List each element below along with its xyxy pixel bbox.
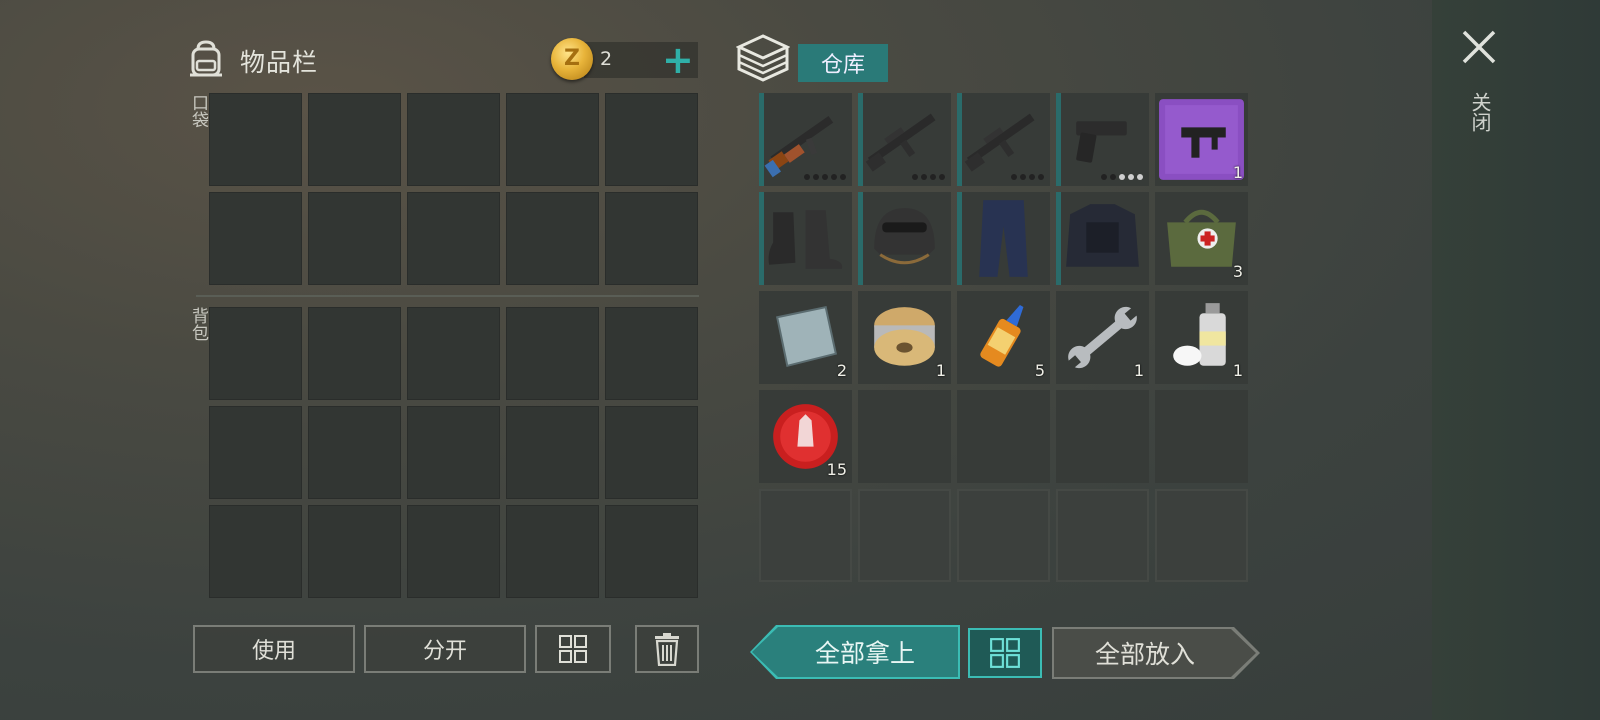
inventory-slot[interactable]: [308, 93, 401, 186]
inventory-slot[interactable]: [407, 505, 500, 598]
inventory-slot[interactable]: [209, 307, 302, 400]
ak-rifle-icon: [764, 115, 834, 178]
sort-inventory-button[interactable]: [535, 625, 611, 673]
storage-slot[interactable]: 1: [1155, 291, 1248, 384]
inventory-slot[interactable]: [605, 505, 698, 598]
trash-icon: [655, 633, 679, 666]
add-currency-button[interactable]: +: [662, 40, 694, 80]
helmet-icon: [874, 208, 935, 265]
grid-sort-icon: [990, 638, 1020, 668]
storage-slot[interactable]: [759, 192, 852, 285]
storage-slot[interactable]: 15: [759, 390, 852, 483]
inventory-title: 物品栏: [240, 48, 319, 77]
coin-icon: [551, 38, 593, 80]
storage-slot[interactable]: [759, 93, 852, 186]
storage-slot[interactable]: [957, 93, 1050, 186]
split-button[interactable]: 分开: [364, 625, 526, 673]
storage-slot[interactable]: [1056, 192, 1149, 285]
inventory-slot[interactable]: [209, 406, 302, 499]
item-count: 15: [826, 460, 847, 479]
storage-slot[interactable]: [957, 192, 1050, 285]
item-count: 1: [935, 361, 946, 380]
storage-slot-empty[interactable]: [858, 390, 951, 483]
inventory-slot[interactable]: [506, 93, 599, 186]
grid-sort-icon: [559, 635, 587, 663]
use-button[interactable]: 使用: [193, 625, 355, 673]
inventory-slot[interactable]: [308, 192, 401, 285]
inventory-slot[interactable]: [308, 307, 401, 400]
inventory-slot[interactable]: [605, 192, 698, 285]
put-all-button[interactable]: 全部放入: [1054, 629, 1256, 677]
durability-dots: [804, 174, 846, 180]
durability-dots: [1101, 174, 1143, 180]
pistol-icon: [1076, 121, 1127, 163]
section-divider: [196, 295, 699, 297]
inventory-slot[interactable]: [407, 192, 500, 285]
storage-slot[interactable]: 1: [1056, 291, 1149, 384]
storage-slot-empty[interactable]: [957, 390, 1050, 483]
inventory-slot[interactable]: [209, 505, 302, 598]
inventory-slot[interactable]: [308, 505, 401, 598]
item-count: 2: [836, 361, 847, 380]
inventory-slot[interactable]: [407, 307, 500, 400]
backpack-icon: [186, 39, 226, 83]
durability-dots: [912, 174, 945, 180]
close-icon[interactable]: [1460, 28, 1498, 70]
inventory-slot[interactable]: [506, 505, 599, 598]
storage-crate-icon: [735, 33, 791, 87]
item-count: 3: [1232, 262, 1243, 281]
item-count: 5: [1034, 361, 1045, 380]
sort-storage-button[interactable]: [968, 628, 1042, 678]
durability-dots: [1011, 174, 1044, 180]
storage-slot[interactable]: [1056, 93, 1149, 186]
inventory-slot[interactable]: [605, 93, 698, 186]
inventory-slot[interactable]: [407, 406, 500, 499]
backpack-grid: [209, 307, 698, 598]
inventory-slot[interactable]: [605, 307, 698, 400]
storage-slot-empty[interactable]: [1155, 390, 1248, 483]
currency-count: 2: [600, 48, 613, 70]
item-count: 1: [1232, 361, 1243, 380]
storage-grid: 1 3 2 1 5 1 1 15: [759, 93, 1248, 582]
storage-slot-empty[interactable]: [759, 489, 852, 582]
boots-icon: [768, 210, 843, 269]
inventory-slot[interactable]: [605, 406, 698, 499]
pocket-label: 口袋: [188, 94, 208, 128]
pocket-grid: [209, 93, 698, 285]
storage-slot[interactable]: 1: [858, 291, 951, 384]
storage-slot-empty[interactable]: [1056, 390, 1149, 483]
inventory-slot[interactable]: [308, 406, 401, 499]
assault-rifle-icon: [865, 113, 936, 172]
take-all-button[interactable]: 全部拿上: [752, 627, 958, 677]
trash-button[interactable]: [635, 625, 699, 673]
tab-storage[interactable]: 仓库: [798, 44, 888, 82]
inventory-slot[interactable]: [506, 307, 599, 400]
storage-slot[interactable]: 1: [1155, 93, 1248, 186]
inventory-slot[interactable]: [506, 406, 599, 499]
storage-slot-empty[interactable]: [1056, 489, 1149, 582]
pants-icon: [979, 200, 1028, 277]
backpack-label: 背包: [188, 307, 208, 341]
storage-slot[interactable]: 5: [957, 291, 1050, 384]
right-panel-background: [1432, 0, 1600, 720]
item-count: 1: [1133, 361, 1144, 380]
inventory-slot[interactable]: [407, 93, 500, 186]
storage-slot-empty[interactable]: [858, 489, 951, 582]
storage-slot[interactable]: [858, 93, 951, 186]
inventory-slot[interactable]: [209, 93, 302, 186]
storage-slot[interactable]: 3: [1155, 192, 1248, 285]
tactical-vest-icon: [1066, 204, 1139, 267]
inventory-slot[interactable]: [506, 192, 599, 285]
assault-rifle-icon: [964, 113, 1035, 172]
close-label[interactable]: 关闭: [1466, 92, 1495, 132]
inventory-header: 物品栏: [186, 38, 318, 84]
storage-slot-empty[interactable]: [1155, 489, 1248, 582]
storage-slot-empty[interactable]: [957, 489, 1050, 582]
storage-slot[interactable]: 2: [759, 291, 852, 384]
inventory-slot[interactable]: [209, 192, 302, 285]
item-count: 1: [1232, 163, 1243, 182]
storage-slot[interactable]: [858, 192, 951, 285]
